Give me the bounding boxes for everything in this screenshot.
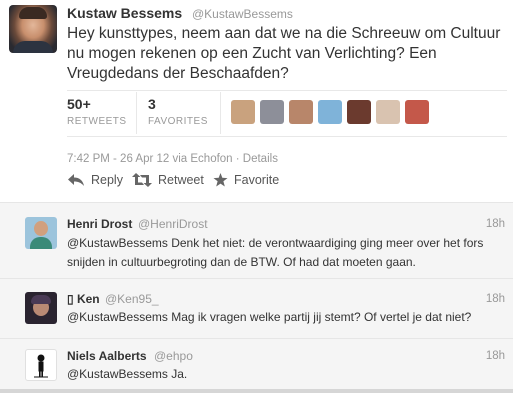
avatar-shirt: [30, 237, 52, 249]
main-tweet: Kustaw Bessems @KustawBessems Hey kunstt…: [0, 0, 513, 200]
retweets-count: 50+: [67, 96, 91, 112]
favoriter-avatar[interactable]: [260, 100, 284, 124]
retweets-stat[interactable]: 50+ RETWEETS: [67, 96, 127, 127]
reply-avatar[interactable]: [25, 217, 57, 249]
reply-avatar[interactable]: [25, 349, 57, 381]
bottom-border: [0, 389, 513, 393]
reply-tweet[interactable]: Niels Aalberts @ehpo 18h @KustawBessems …: [0, 338, 513, 390]
star-icon: [213, 173, 228, 187]
stats-bottom-divider: [67, 136, 507, 137]
reply-text: @KustawBessems Ja.: [67, 367, 188, 381]
reply-author-name[interactable]: ▯ Ken: [67, 292, 100, 306]
reply-timestamp[interactable]: 18h: [486, 293, 505, 305]
favoriter-avatar[interactable]: [289, 100, 313, 124]
retweet-label: Retweet: [158, 173, 204, 187]
reply-author-name[interactable]: Niels Aalberts: [67, 349, 147, 363]
avatar-hair: [31, 295, 51, 304]
favoriter-avatar[interactable]: [318, 100, 342, 124]
reply-timestamp[interactable]: 18h: [486, 218, 505, 230]
favorites-count: 3: [148, 96, 156, 112]
retweet-button[interactable]: Retweet: [132, 173, 204, 187]
favoriter-avatar[interactable]: [376, 100, 400, 124]
avatar-shirt: [13, 41, 53, 53]
reply-tweet[interactable]: Henri Drost @HenriDrost 18h @KustawBesse…: [0, 202, 513, 279]
favorite-button[interactable]: Favorite: [213, 173, 279, 187]
favoriter-avatar[interactable]: [347, 100, 371, 124]
reply-author-handle[interactable]: @HenriDrost: [138, 217, 208, 231]
reply-text: @KustawBessems Mag ik vragen welke parti…: [67, 310, 472, 324]
avatar-face: [34, 221, 48, 236]
retweet-icon: [132, 173, 152, 187]
favorites-stat[interactable]: 3 FAVORITES: [148, 96, 208, 127]
author-name[interactable]: Kustaw Bessems: [67, 5, 182, 21]
reply-author-handle[interactable]: @Ken95_: [105, 292, 159, 306]
silhouette-icon: [34, 354, 48, 378]
favorite-label: Favorite: [234, 173, 280, 187]
reply-timestamp[interactable]: 18h: [486, 350, 505, 362]
reply-tweet[interactable]: ▯ Ken @Ken95_ 18h @KustawBessems Mag ik …: [0, 278, 513, 339]
tweet-meta: 7:42 PM - 26 Apr 12 via Echofon · Detail…: [67, 153, 278, 165]
reply-author-name[interactable]: Henri Drost: [67, 217, 132, 231]
reply-avatar[interactable]: [25, 292, 57, 324]
retweets-label: RETWEETS: [67, 116, 127, 127]
avatar-hair: [19, 7, 47, 19]
favorites-label: FAVORITES: [148, 116, 208, 127]
favoriter-avatar[interactable]: [405, 100, 429, 124]
reply-author-handle[interactable]: @ehpo: [154, 349, 193, 363]
tweet-text: Hey kunsttypes, neem aan dat we na die S…: [67, 25, 501, 82]
reply-label: Reply: [91, 173, 123, 187]
reply-button[interactable]: Reply: [67, 173, 123, 187]
author-handle[interactable]: @KustawBessems: [192, 7, 293, 21]
reply-icon: [68, 174, 84, 186]
reply-text: @KustawBessems Denk het niet: de verontw…: [67, 236, 484, 269]
author-avatar[interactable]: [9, 5, 57, 53]
favoriter-avatar[interactable]: [231, 100, 255, 124]
stats-top-divider: [67, 90, 507, 91]
stats-separator: [136, 92, 137, 134]
stats-separator: [220, 92, 221, 134]
